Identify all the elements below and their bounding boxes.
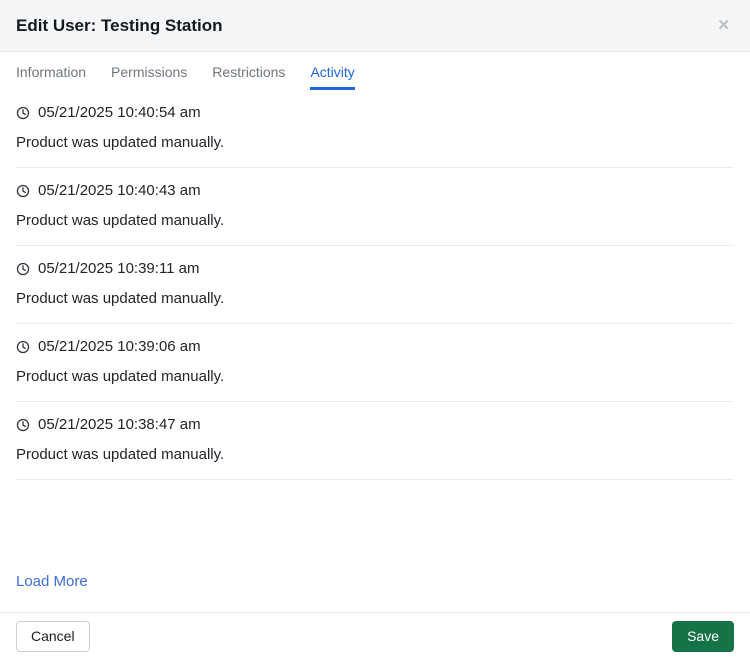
tab-bar: Information Permissions Restrictions Act…: [0, 52, 750, 90]
activity-timestamp-row: 05/21/2025 10:40:43 am: [16, 182, 734, 199]
cancel-button[interactable]: Cancel: [16, 621, 90, 652]
tab-permissions[interactable]: Permissions: [111, 52, 187, 90]
clock-icon: [16, 340, 30, 354]
activity-message: Product was updated manually.: [16, 446, 734, 463]
activity-message: Product was updated manually.: [16, 134, 734, 151]
activity-message: Product was updated manually.: [16, 212, 734, 229]
timestamp-text: 05/21/2025 10:39:06 am: [38, 338, 201, 355]
tab-activity[interactable]: Activity: [310, 52, 354, 90]
modal-header: Edit User: Testing Station ✕: [0, 0, 750, 52]
timestamp-text: 05/21/2025 10:40:54 am: [38, 104, 201, 121]
activity-timestamp-row: 05/21/2025 10:38:47 am: [16, 416, 734, 433]
timestamp-text: 05/21/2025 10:39:11 am: [38, 260, 200, 277]
activity-timestamp-row: 05/21/2025 10:39:11 am: [16, 260, 734, 277]
activity-message: Product was updated manually.: [16, 290, 734, 307]
clock-icon: [16, 418, 30, 432]
load-more-link[interactable]: Load More: [16, 573, 88, 590]
timestamp-text: 05/21/2025 10:40:43 am: [38, 182, 201, 199]
activity-entry: 05/21/2025 10:39:06 am Product was updat…: [16, 324, 734, 402]
activity-message: Product was updated manually.: [16, 368, 734, 385]
tab-information[interactable]: Information: [16, 52, 86, 90]
activity-timestamp-row: 05/21/2025 10:40:54 am: [16, 104, 734, 121]
modal-footer: Cancel Save: [0, 612, 750, 660]
activity-timestamp-row: 05/21/2025 10:39:06 am: [16, 338, 734, 355]
activity-entry: 05/21/2025 10:40:54 am Product was updat…: [16, 90, 734, 168]
close-icon[interactable]: ✕: [713, 14, 734, 37]
clock-icon: [16, 262, 30, 276]
tab-restrictions[interactable]: Restrictions: [212, 52, 285, 90]
activity-entry: 05/21/2025 10:39:11 am Product was updat…: [16, 246, 734, 324]
activity-list: 05/21/2025 10:40:54 am Product was updat…: [0, 90, 750, 612]
clock-icon: [16, 106, 30, 120]
save-button[interactable]: Save: [672, 621, 734, 652]
activity-entry: 05/21/2025 10:40:43 am Product was updat…: [16, 168, 734, 246]
clock-icon: [16, 184, 30, 198]
timestamp-text: 05/21/2025 10:38:47 am: [38, 416, 201, 433]
activity-entry: 05/21/2025 10:38:47 am Product was updat…: [16, 402, 734, 480]
modal-title: Edit User: Testing Station: [16, 16, 223, 36]
